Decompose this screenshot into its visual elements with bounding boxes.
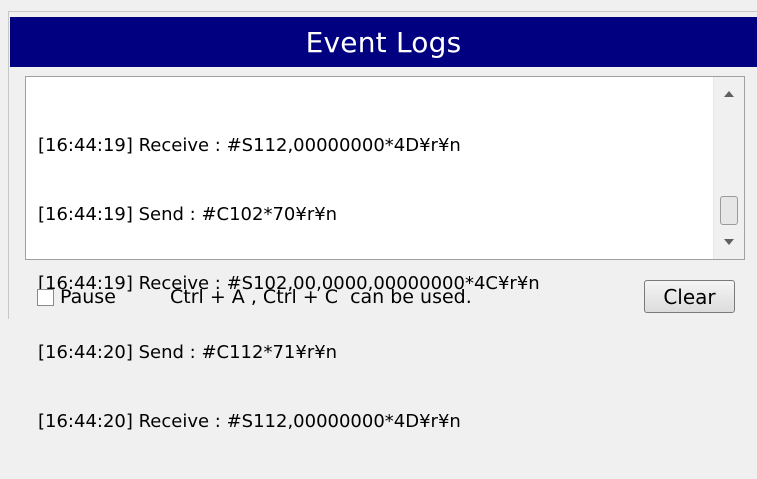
arrow-up-icon	[724, 91, 734, 97]
bottom-controls: Pause Ctrl + A , Ctrl + C can be used. C…	[25, 276, 745, 316]
scroll-thumb[interactable]	[720, 196, 738, 225]
log-textarea[interactable]: [16:44:19] Receive : #S112,00000000*4D¥r…	[25, 76, 745, 432]
log-line: [16:44:20] Receive : #S112,00000000*4D¥r…	[38, 411, 461, 432]
header-title: Event Logs	[305, 25, 462, 59]
pause-label: Pause	[60, 286, 116, 308]
event-logs-window: Event Logs [16:44:19] Receive : #S112,00…	[0, 0, 757, 432]
copy-hint-text: Ctrl + A , Ctrl + C can be used.	[170, 286, 472, 308]
pause-toggle[interactable]: Pause	[37, 286, 116, 308]
pause-checkbox[interactable]	[37, 288, 54, 306]
log-line: [16:44:20] Send : #C112*71¥r¥n	[38, 342, 338, 363]
scroll-down-button[interactable]	[714, 227, 744, 257]
log-line: [16:44:19] Receive : #S112,00000000*4D¥r…	[38, 135, 461, 156]
vertical-scrollbar[interactable]	[713, 77, 744, 259]
event-logs-header: Event Logs	[10, 17, 757, 67]
arrow-down-icon	[724, 239, 734, 245]
clear-button[interactable]: Clear	[644, 280, 735, 313]
log-line: [16:44:19] Send : #C102*70¥r¥n	[38, 204, 338, 225]
top-margin	[0, 0, 757, 11]
scroll-up-button[interactable]	[714, 79, 744, 109]
